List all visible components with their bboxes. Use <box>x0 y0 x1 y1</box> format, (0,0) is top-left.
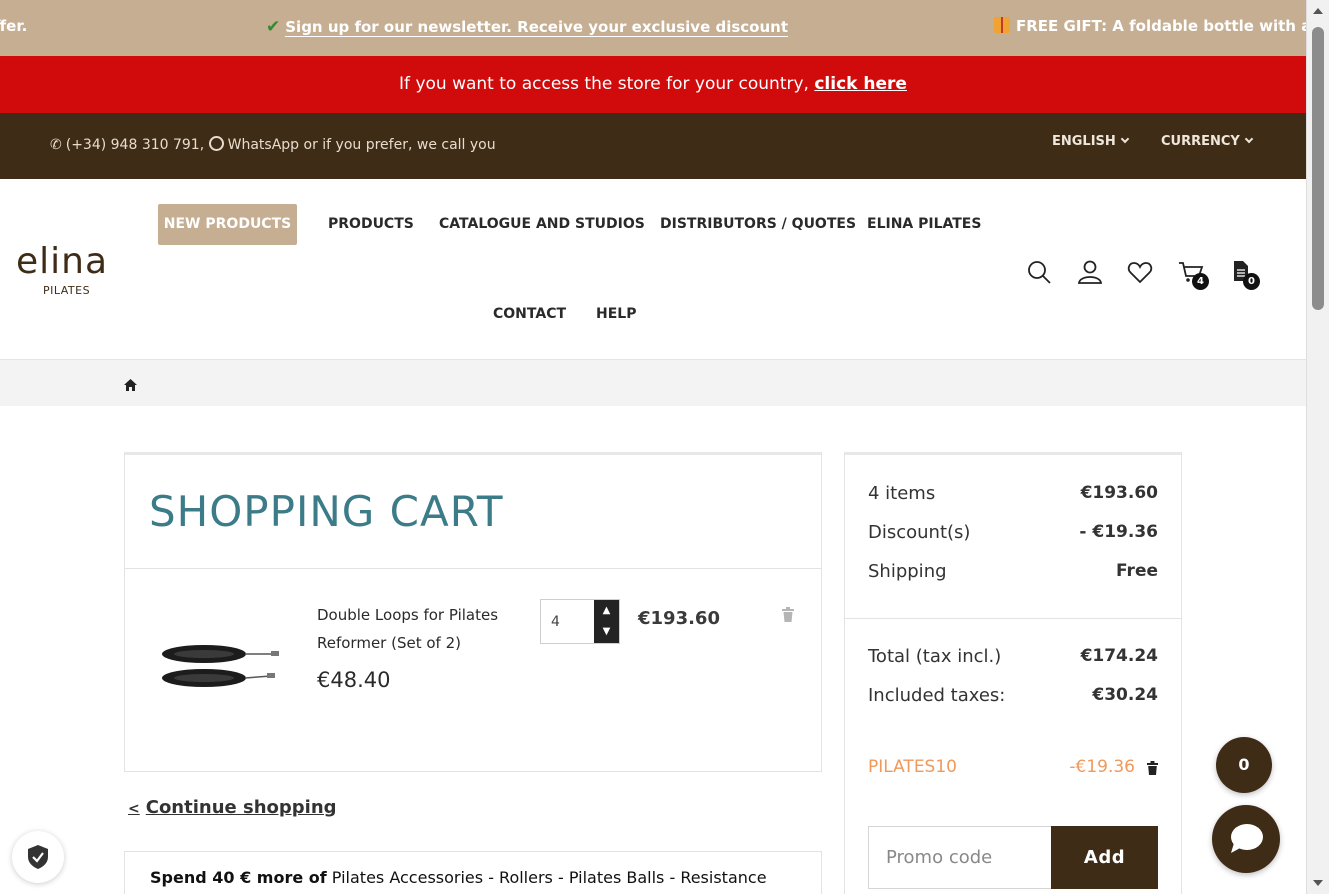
newsletter-link[interactable]: ✔ Sign up for our newsletter. Receive you… <box>266 17 788 37</box>
phone-number[interactable]: (+34) 948 310 791, <box>66 137 204 153</box>
currency-label: CURRENCY <box>1161 134 1240 149</box>
nav-elina-pilates[interactable]: ELINA PILATES <box>867 216 981 232</box>
items-count-label: 4 items <box>868 483 936 504</box>
site-logo[interactable]: elina PILATES <box>16 241 109 297</box>
nav-catalogue[interactable]: CATALOGUE AND STUDIOS <box>439 216 645 232</box>
quantity-spin-buttons: ▲ ▼ <box>594 600 619 643</box>
phone-icon: ✆ <box>50 137 62 153</box>
quantity-decrease-button[interactable]: ▼ <box>594 621 619 642</box>
chevron-down-icon <box>1244 134 1254 144</box>
nav-new-products[interactable]: NEW PRODUCTS <box>158 204 297 245</box>
total-value: €174.24 <box>1080 646 1158 666</box>
site-header: elina PILATES NEW PRODUCTS PRODUCTS CATA… <box>0 179 1306 360</box>
country-store-text: If you want to access the store for your… <box>399 74 815 94</box>
gift-icon <box>994 17 1010 33</box>
product-name[interactable]: Double Loops for Pilates Reformer (Set o… <box>317 601 517 657</box>
whatsapp-text[interactable]: WhatsApp or if you prefer, we call you <box>228 137 496 153</box>
logo-sub: PILATES <box>43 284 91 297</box>
whatsapp-icon <box>208 136 224 151</box>
cart-count-badge: 4 <box>1192 273 1209 290</box>
shipping-label: Shipping <box>868 561 947 582</box>
continue-shopping-link[interactable]: < Continue shopping <box>128 797 337 818</box>
free-gift-message: FREE GIFT: A foldable bottle with any <box>994 17 1306 35</box>
newsletter-text: Sign up for our newsletter. Receive your… <box>285 18 788 37</box>
shipping-value: Free <box>1116 561 1158 581</box>
continue-shopping-label: Continue shopping <box>145 797 337 818</box>
nav-distributors[interactable]: DISTRIBUTORS / QUOTES <box>660 216 856 232</box>
quantity-increase-button[interactable]: ▲ <box>594 600 619 621</box>
contact-info: ✆ (+34) 948 310 791, WhatsApp or if you p… <box>50 136 496 153</box>
page-scrollbar[interactable] <box>1306 0 1329 894</box>
product-image[interactable] <box>159 640 283 700</box>
language-label: ENGLISH <box>1052 134 1116 149</box>
add-promo-button[interactable]: Add <box>1051 826 1158 889</box>
nav-products[interactable]: PRODUCTS <box>328 216 414 232</box>
line-total: €193.60 <box>638 608 720 629</box>
promo-discount-value: -€19.36 <box>1069 757 1135 777</box>
items-subtotal: €193.60 <box>1080 483 1158 503</box>
cart-summary-card: 4 items €193.60 Discount(s) - €19.36 Shi… <box>844 452 1182 894</box>
chevron-left-icon: < <box>128 801 140 817</box>
total-label: Total (tax incl.) <box>868 646 1002 667</box>
country-store-bar: If you want to access the store for your… <box>0 56 1306 113</box>
shopping-cart-card: SHOPPING CART Double Loops for Pilates R… <box>124 452 822 772</box>
applied-promo-row: PILATES10 -€19.36 <box>868 757 1158 777</box>
quote-document-icon[interactable]: 0 <box>1229 259 1260 290</box>
divider <box>845 618 1181 619</box>
check-icon: ✔ <box>266 17 281 37</box>
breadcrumb <box>0 360 1306 406</box>
announcement-bar: ffer. ✔Sign up for our newsletter. Recei… <box>0 0 1306 56</box>
logo-word: elina <box>16 241 109 282</box>
discount-label: Discount(s) <box>868 522 971 543</box>
shield-check-icon <box>28 845 48 869</box>
discount-value: - €19.36 <box>1079 522 1158 542</box>
quantity-input[interactable] <box>541 600 594 643</box>
contact-bar: ✆ (+34) 948 310 791, WhatsApp or if you p… <box>0 113 1306 179</box>
country-store-link[interactable]: click here <box>814 74 907 94</box>
page-title: SHOPPING CART <box>149 487 504 536</box>
divider <box>125 568 821 569</box>
floating-counter-button[interactable]: 0 <box>1216 737 1272 793</box>
chat-bubble-icon <box>1231 824 1263 853</box>
quantity-stepper: ▲ ▼ <box>540 599 620 644</box>
chat-button[interactable] <box>1212 805 1280 873</box>
taxes-value: €30.24 <box>1092 685 1158 705</box>
taxes-label: Included taxes: <box>868 685 1006 706</box>
search-icon[interactable] <box>1026 259 1052 285</box>
cart-icon[interactable]: 4 <box>1178 259 1209 290</box>
spend-amount-text: Spend 40 € more of <box>150 868 327 887</box>
remove-item-trash-icon[interactable] <box>782 607 794 622</box>
promo-code-input[interactable] <box>868 826 1052 889</box>
account-icon[interactable] <box>1077 259 1103 285</box>
scroll-down-arrow-icon[interactable] <box>1313 880 1323 886</box>
remove-promo-trash-icon[interactable] <box>1147 760 1158 775</box>
product-unit-price: €48.40 <box>317 668 391 692</box>
free-gift-text: FREE GIFT: A foldable bottle with any <box>1016 17 1306 35</box>
home-icon[interactable] <box>124 376 137 395</box>
scroll-up-arrow-icon[interactable] <box>1313 8 1323 14</box>
nav-contact[interactable]: CONTACT <box>493 306 566 322</box>
wishlist-heart-icon[interactable] <box>1127 259 1153 285</box>
quote-count-badge: 0 <box>1243 273 1260 290</box>
scrollbar-thumb[interactable] <box>1312 27 1324 310</box>
language-selector[interactable]: ENGLISH <box>1052 134 1130 149</box>
free-gift-progress-banner: Spend 40 € more of Pilates Accessories -… <box>124 851 822 894</box>
chevron-down-icon <box>1120 134 1130 144</box>
spend-category-text: Pilates Accessories - Rollers - Pilates … <box>326 868 767 887</box>
nav-help[interactable]: HELP <box>596 306 636 322</box>
trust-badge[interactable] <box>12 831 64 883</box>
promo-code-name: PILATES10 <box>868 757 957 777</box>
currency-selector[interactable]: CURRENCY <box>1161 134 1254 149</box>
announcement-left: ffer. <box>0 17 28 35</box>
